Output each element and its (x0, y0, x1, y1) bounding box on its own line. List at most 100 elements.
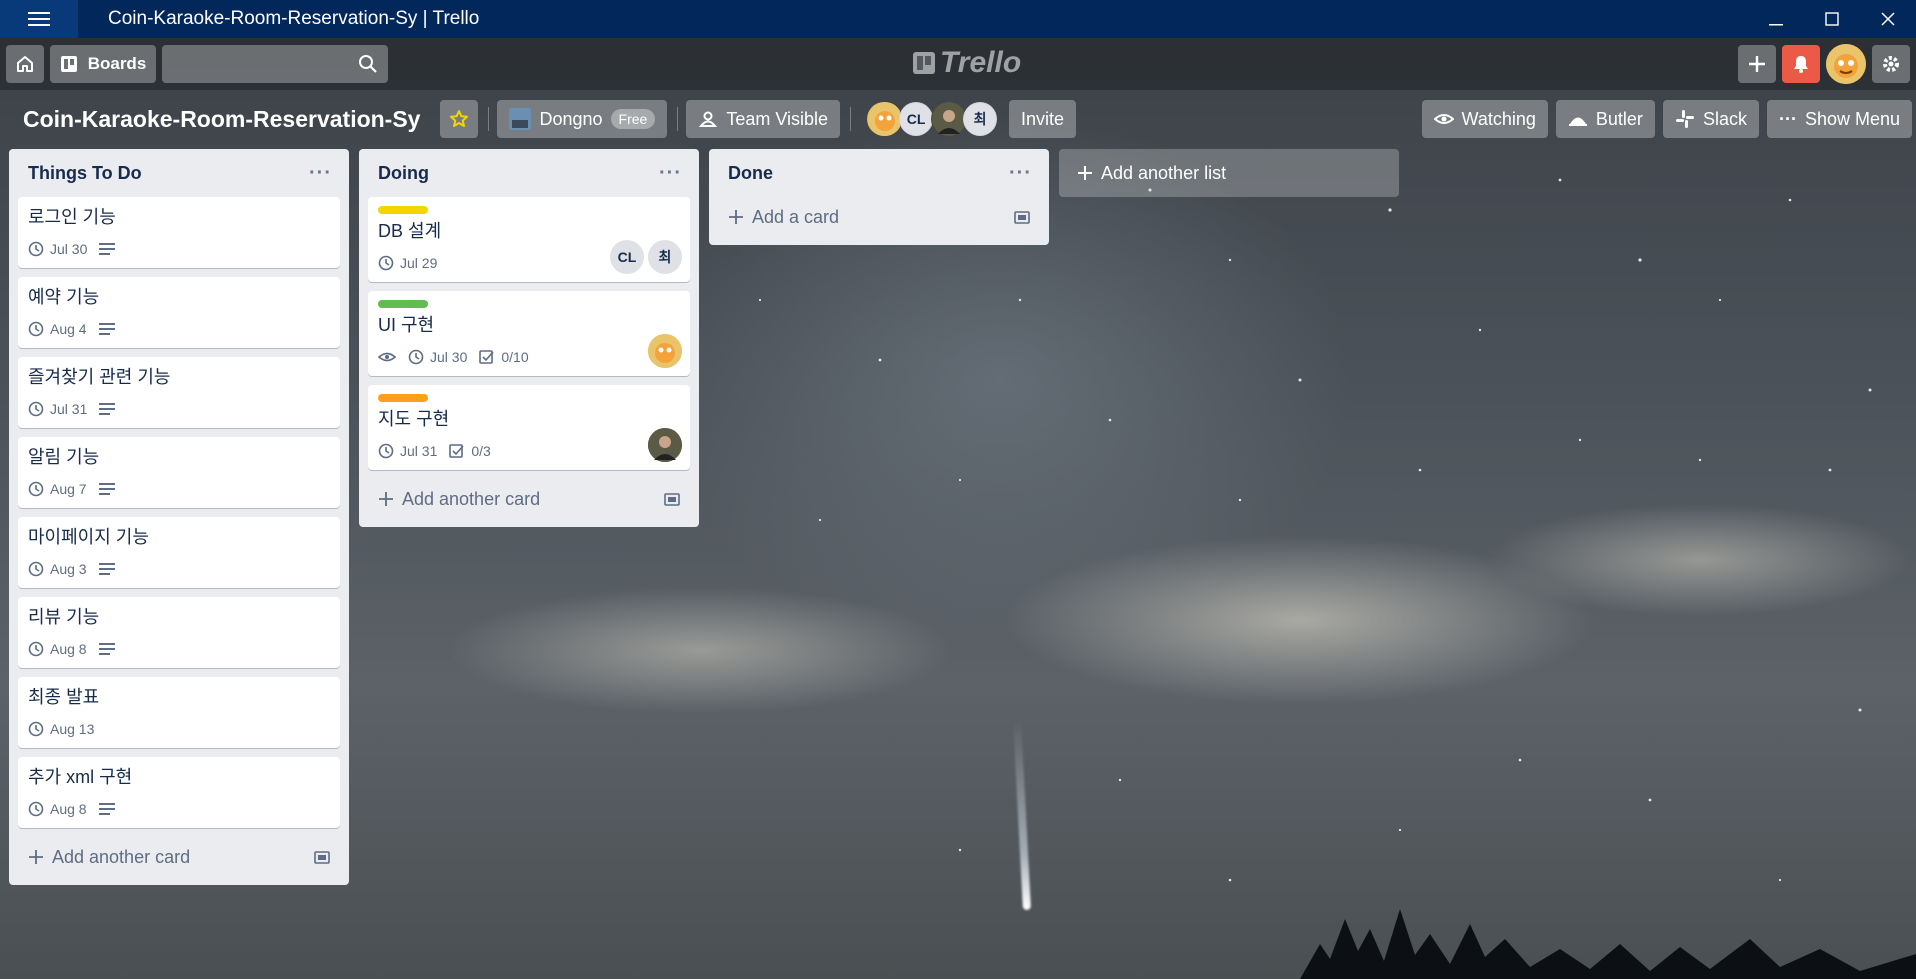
gear-icon (1883, 56, 1899, 72)
description-icon (98, 323, 115, 335)
card-title: 로그인 기능 (28, 207, 116, 227)
card[interactable]: 지도 구현 Jul 31 0/3 (368, 385, 690, 470)
list-title: Done (728, 162, 773, 183)
add-card-button[interactable]: Add another card (18, 837, 340, 877)
ellipsis-icon: ··· (1778, 108, 1797, 129)
list-header[interactable]: Doing ··· (368, 149, 690, 197)
visibility-button[interactable]: Team Visible (686, 100, 841, 138)
card[interactable]: 마이페이지 기능 Aug 3 (18, 517, 340, 588)
card[interactable]: 알림 기능 Aug 7 (18, 437, 340, 508)
slack-button[interactable]: Slack (1662, 100, 1759, 138)
list-doing: Doing ··· DB 설계 Jul 29 CL 최 UI 구현 Jul 30… (359, 149, 699, 527)
window-title: Coin-Karaoke-Room-Reservation-Sy | Trell… (108, 8, 480, 29)
clock-icon (28, 401, 44, 417)
card[interactable]: UI 구현 Jul 30 0/10 (368, 291, 690, 376)
notifications-button[interactable] (1782, 45, 1820, 83)
trello-logo[interactable]: Trello (912, 46, 1021, 80)
boards-button[interactable]: Boards (50, 45, 156, 83)
card-member-avatar[interactable] (648, 428, 682, 462)
board-header: Coin-Karaoke-Room-Reservation-Sy Dongno … (0, 96, 1916, 142)
plus-icon (729, 210, 743, 224)
list-menu-icon[interactable]: ··· (659, 162, 682, 185)
card-title: 즐겨찾기 관련 기능 (28, 367, 171, 387)
description-icon (98, 643, 115, 655)
butler-label: Butler (1595, 108, 1643, 129)
card-template-icon[interactable] (314, 849, 330, 865)
avatar-photo-icon (932, 102, 965, 136)
card-title: UI 구현 (378, 315, 435, 335)
settings-button[interactable] (1872, 45, 1910, 83)
member-avatar[interactable]: 최 (963, 102, 998, 136)
card[interactable]: 예약 기능 Aug 4 (18, 277, 340, 348)
hamburger-menu-button[interactable] (0, 0, 78, 38)
watching-button[interactable]: Watching (1421, 100, 1548, 138)
close-button[interactable] (1860, 0, 1916, 38)
due-date: Aug 8 (50, 801, 87, 817)
card[interactable]: 최종 발표 Aug 13 (18, 677, 340, 748)
card[interactable]: 추가 xml 구현 Aug 8 (18, 757, 340, 828)
card-member-avatar[interactable]: 최 (648, 240, 682, 274)
list-menu-icon[interactable]: ··· (1009, 162, 1032, 185)
divider (488, 107, 490, 131)
avatar-image-icon (648, 334, 682, 368)
card-label-yellow[interactable] (378, 206, 428, 214)
butler-button[interactable]: Butler (1555, 100, 1655, 138)
card[interactable]: 즐겨찾기 관련 기능 Jul 31 (18, 357, 340, 428)
create-button[interactable] (1738, 45, 1776, 83)
list-header[interactable]: Done ··· (718, 149, 1040, 197)
team-button[interactable]: Dongno Free (497, 100, 668, 138)
home-button[interactable] (6, 45, 44, 83)
star-icon (450, 110, 469, 127)
add-card-button[interactable]: Add a card (718, 197, 1040, 237)
list-title: Things To Do (28, 162, 142, 183)
card-member-avatar[interactable]: CL (610, 240, 644, 274)
description-icon (99, 403, 116, 415)
due-date: Jul 30 (50, 241, 88, 257)
due-date: Jul 29 (400, 255, 438, 271)
invite-button[interactable]: Invite (1009, 100, 1077, 138)
minimize-button[interactable] (1748, 0, 1804, 38)
card-title: 지도 구현 (378, 409, 450, 429)
boards-label: Boards (87, 54, 147, 73)
show-menu-button[interactable]: ··· Show Menu (1766, 100, 1912, 138)
maximize-button[interactable] (1804, 0, 1860, 38)
card[interactable]: 로그인 기능 Jul 30 (18, 197, 340, 268)
user-avatar[interactable] (1826, 44, 1866, 84)
divider (677, 107, 679, 131)
card[interactable]: 리뷰 기능 Aug 8 (18, 597, 340, 668)
checklist-icon (479, 350, 494, 364)
watching-label: Watching (1461, 108, 1536, 129)
clock-icon (28, 721, 44, 737)
clock-icon (28, 801, 44, 817)
due-date: Aug 3 (50, 561, 87, 577)
slack-label: Slack (1702, 108, 1747, 129)
card-template-icon[interactable] (1014, 209, 1030, 225)
list-menu-icon[interactable]: ··· (309, 162, 332, 185)
star-board-button[interactable] (440, 100, 479, 138)
team-image-icon (509, 108, 532, 130)
search-input[interactable] (162, 45, 388, 83)
due-date: Jul 31 (400, 443, 438, 459)
team-name: Dongno (539, 108, 603, 129)
divider (850, 107, 852, 131)
card-template-icon[interactable] (664, 491, 680, 507)
board-title[interactable]: Coin-Karaoke-Room-Reservation-Sy (23, 106, 420, 133)
add-card-label: Add another card (402, 488, 541, 509)
list-header[interactable]: Things To Do ··· (18, 149, 340, 197)
card-label-orange[interactable] (378, 394, 428, 402)
checklist-icon (449, 444, 464, 458)
slack-icon (1675, 110, 1694, 128)
member-avatar[interactable] (931, 102, 966, 136)
card-label-green[interactable] (378, 300, 428, 308)
card-member-avatar[interactable] (648, 334, 682, 368)
list-title: Doing (378, 162, 429, 183)
window-titlebar: Coin-Karaoke-Room-Reservation-Sy | Trell… (0, 0, 1916, 38)
member-avatar[interactable] (867, 102, 902, 136)
member-avatar[interactable]: CL (899, 102, 934, 136)
clock-icon (378, 255, 394, 271)
trello-logo-text: Trello (940, 46, 1022, 79)
add-list-button[interactable]: Add another list (1059, 149, 1399, 197)
add-card-button[interactable]: Add another card (368, 479, 690, 519)
description-icon (98, 483, 115, 495)
card[interactable]: DB 설계 Jul 29 CL 최 (368, 197, 690, 282)
